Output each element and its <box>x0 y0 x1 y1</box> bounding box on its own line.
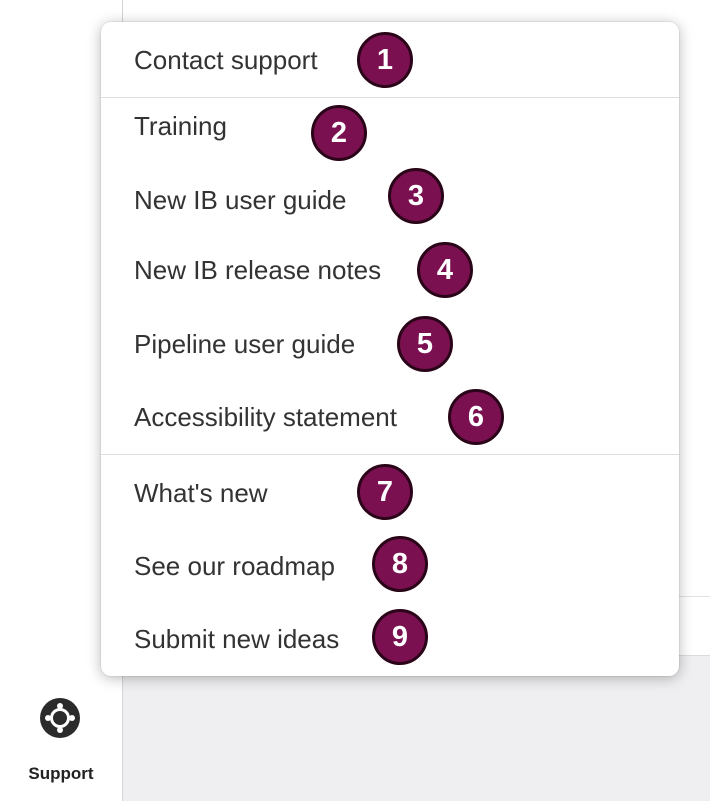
callout-badge-4: 4 <box>417 242 473 298</box>
sidebar-item-support-label: Support <box>28 764 94 783</box>
menu-divider <box>101 454 679 455</box>
menu-item-see-our-roadmap[interactable]: See our roadmap <box>134 548 335 584</box>
menu-item-pipeline-user-guide[interactable]: Pipeline user guide <box>134 326 355 362</box>
callout-badge-1: 1 <box>357 32 413 88</box>
menu-item-new-ib-user-guide[interactable]: New IB user guide <box>134 182 346 218</box>
menu-item-contact-support[interactable]: Contact support <box>134 42 318 78</box>
callout-badge-9: 9 <box>372 609 428 665</box>
callout-badge-2: 2 <box>311 105 367 161</box>
callout-badge-6: 6 <box>448 389 504 445</box>
callout-badge-8: 8 <box>372 536 428 592</box>
callout-badge-3: 3 <box>388 168 444 224</box>
menu-divider <box>101 97 679 98</box>
divider <box>679 596 710 597</box>
menu-item-submit-new-ideas[interactable]: Submit new ideas <box>134 621 339 657</box>
menu-item-accessibility-statement[interactable]: Accessibility statement <box>134 399 397 435</box>
menu-item-whats-new[interactable]: What's new <box>134 475 268 511</box>
support-lifebuoy-icon <box>40 698 80 738</box>
menu-item-training[interactable]: Training <box>134 108 227 144</box>
menu-item-new-ib-release-notes[interactable]: New IB release notes <box>134 252 381 288</box>
callout-badge-7: 7 <box>357 464 413 520</box>
sidebar-item-support[interactable]: Support <box>0 690 122 801</box>
content-footer-band <box>123 655 710 801</box>
callout-badge-5: 5 <box>397 316 453 372</box>
